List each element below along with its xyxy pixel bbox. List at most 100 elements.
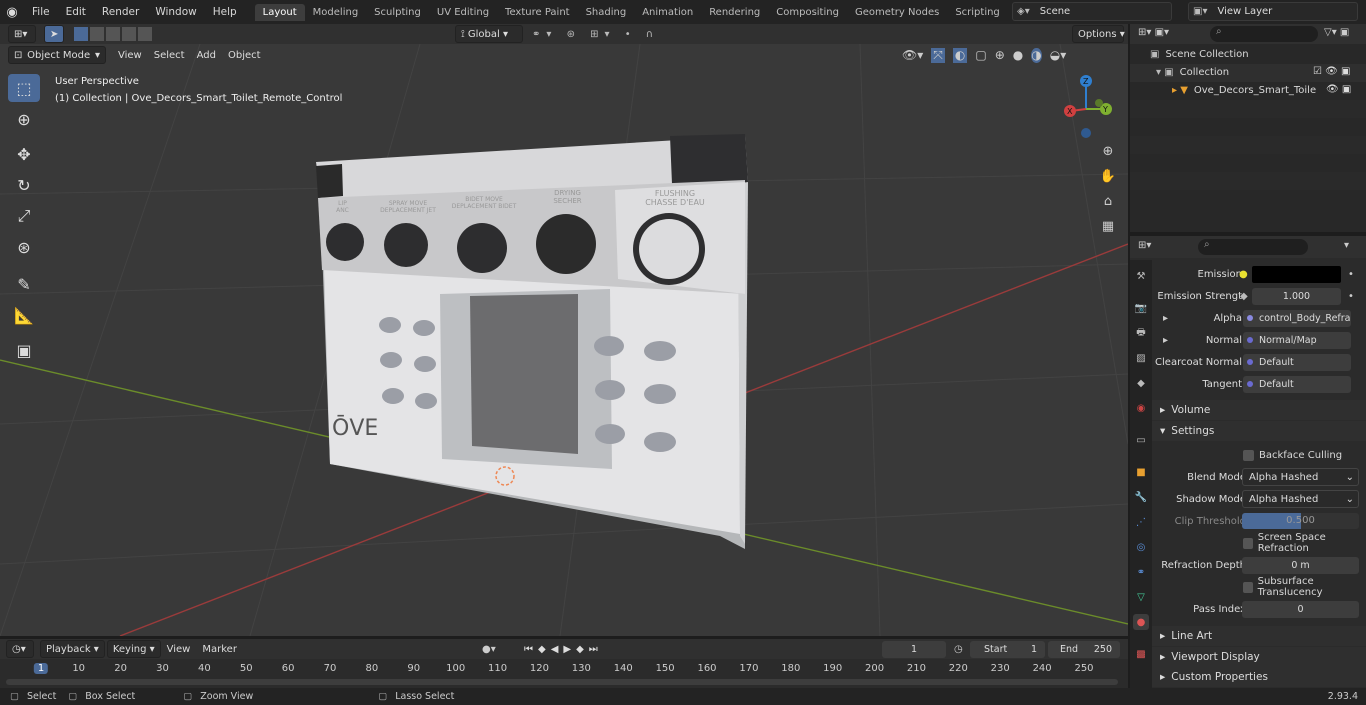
outliner-collection[interactable]: ▾ ▣ Collection <box>1156 67 1229 78</box>
tool-tab-icon[interactable]: ⚒ <box>1133 268 1149 284</box>
visibility-icon[interactable]: 👁▾ <box>902 48 923 63</box>
annotate-tool-icon[interactable]: ✎ <box>8 270 40 298</box>
current-frame-field[interactable]: 1 <box>882 640 946 658</box>
emission-strength-keyframe-icon[interactable]: • <box>1348 291 1354 302</box>
menu-select[interactable]: Select <box>148 50 191 61</box>
viewport-display-section[interactable]: ▸ Viewport Display <box>1152 647 1366 667</box>
tangent-field[interactable]: Default <box>1243 375 1351 393</box>
transform-tool-icon[interactable]: ⊛ <box>8 233 40 261</box>
scale-tool-icon[interactable]: ⤢ <box>8 202 40 230</box>
outliner-scene-collection[interactable]: ▣ Scene Collection <box>1150 49 1249 60</box>
modifier-tab-icon[interactable]: 🔧 <box>1133 489 1149 505</box>
shading-material-icon[interactable]: ◑ <box>1031 47 1042 63</box>
particles-tab-icon[interactable]: ⋰ <box>1133 514 1149 530</box>
gizmo-toggle-icon[interactable]: ⤧ <box>931 47 945 63</box>
object-tab-icon[interactable]: ■ <box>1133 464 1149 480</box>
shading-solid-icon[interactable]: ● <box>1013 48 1023 63</box>
pivot-snap-icons[interactable]: ⚭▾ ⊛ ⊞▾ • ∩ <box>532 29 659 40</box>
timeline-scrollbar[interactable] <box>6 679 1118 685</box>
physics-tab-icon[interactable]: ◎ <box>1133 539 1149 555</box>
cursor-tool-icon[interactable]: ⊕ <box>8 105 40 133</box>
zoom-icon[interactable]: ⊕ <box>1097 140 1119 162</box>
pan-hand-icon[interactable]: ✋ <box>1097 165 1119 187</box>
constraints-tab-icon[interactable]: ⚭ <box>1133 564 1149 580</box>
sss-row[interactable]: Subsurface Translucency <box>1152 576 1366 598</box>
select-tool-icon[interactable]: ➤ <box>44 25 64 43</box>
blend-mode-dropdown[interactable]: Alpha Hashed ⌄ <box>1242 468 1359 486</box>
menu-render[interactable]: Render <box>94 6 147 18</box>
tab-texture-paint[interactable]: Texture Paint <box>497 4 578 21</box>
tab-geometry-nodes[interactable]: Geometry Nodes <box>847 4 947 21</box>
3d-viewport[interactable]: ŌVE FLUSHING CHASSE D'EAU DRYING SECHER … <box>0 44 1128 636</box>
start-frame-field[interactable]: Start 1 <box>970 640 1045 658</box>
options-dropdown[interactable]: Options ▾ <box>1072 25 1125 43</box>
clearcoat-normal-field[interactable]: Default <box>1243 353 1351 371</box>
outliner-object[interactable]: ▸ ▼ Ove_Decors_Smart_Toile <box>1172 85 1316 96</box>
emission-strength-field[interactable]: 1.000 <box>1252 287 1341 305</box>
playback-dropdown[interactable]: Playback ▾ <box>40 640 105 658</box>
output-tab-icon[interactable]: 🖶 <box>1133 325 1149 341</box>
render-tab-icon[interactable]: 📷 <box>1133 300 1149 316</box>
xray-icon[interactable]: ▢ <box>975 48 986 63</box>
object-visibility-icons[interactable]: 👁 ▣ <box>1326 84 1351 95</box>
collection-tab-icon[interactable]: ▭ <box>1133 432 1149 448</box>
refraction-depth-field[interactable]: 0 m <box>1242 556 1359 574</box>
tab-scripting[interactable]: Scripting <box>947 4 1007 21</box>
backface-culling-row[interactable]: Backface Culling <box>1152 445 1366 465</box>
backface-checkbox[interactable] <box>1243 449 1254 461</box>
outliner-search-input[interactable]: ⌕ <box>1210 26 1318 42</box>
texture-tab-icon[interactable]: ▩ <box>1133 646 1149 662</box>
menu-window[interactable]: Window <box>147 6 204 18</box>
overlay-toggle-icon[interactable]: ◐ <box>952 47 968 63</box>
stopwatch-icon[interactable]: ◷ <box>954 644 963 655</box>
outliner-editor-icon[interactable]: ⊞▾ ▣▾ <box>1138 27 1169 38</box>
world-tab-icon[interactable]: ◉ <box>1133 400 1149 416</box>
settings-section[interactable]: ▾ Settings <box>1152 421 1366 441</box>
alpha-field[interactable]: control_Body_Refra... <box>1243 309 1351 327</box>
menu-object[interactable]: Object <box>222 50 267 61</box>
mode-dropdown[interactable]: ⊡ Object Mode ▾ <box>8 46 106 64</box>
scene-selector[interactable]: ◈▾ Scene <box>1012 2 1172 21</box>
shading-render-icon[interactable]: ◒▾ <box>1050 48 1067 63</box>
volume-section[interactable]: ▸ Volume <box>1152 400 1366 420</box>
custom-properties-section[interactable]: ▸ Custom Properties <box>1152 667 1366 687</box>
select-box-tool-icon[interactable]: ⬚ <box>8 74 40 102</box>
sss-checkbox[interactable] <box>1243 581 1253 593</box>
navigation-gizmo[interactable]: Z Y X <box>1055 72 1125 142</box>
move-tool-icon[interactable]: ✥ <box>8 140 40 168</box>
menu-file[interactable]: File <box>24 6 58 18</box>
normal-expand-icon[interactable]: ▸ <box>1163 335 1168 346</box>
keying-dropdown[interactable]: Keying ▾ <box>106 640 161 658</box>
line-art-section[interactable]: ▸ Line Art <box>1152 626 1366 646</box>
camera-view-icon[interactable]: ⌂ <box>1097 190 1119 212</box>
menu-help[interactable]: Help <box>205 6 245 18</box>
shading-wire-icon[interactable]: ⊕ <box>995 48 1005 63</box>
tab-rendering[interactable]: Rendering <box>701 4 768 21</box>
end-frame-field[interactable]: End 250 <box>1048 640 1120 658</box>
ssr-row[interactable]: Screen Space Refraction <box>1152 532 1366 554</box>
data-tab-icon[interactable]: ▽ <box>1133 589 1149 605</box>
blender-logo-icon[interactable]: ◉ <box>0 0 24 24</box>
tab-shading[interactable]: Shading <box>578 4 635 21</box>
filter-icon[interactable]: ▽▾ ▣ <box>1324 27 1349 38</box>
properties-editor-icon[interactable]: ⊞▾ <box>1138 240 1151 251</box>
pass-index-field[interactable]: 0 <box>1242 600 1359 618</box>
playback-controls-icons[interactable]: ⏮◆◀▶◆⏭ <box>524 644 603 655</box>
alpha-expand-icon[interactable]: ▸ <box>1163 313 1168 324</box>
menu-add[interactable]: Add <box>191 50 222 61</box>
tab-compositing[interactable]: Compositing <box>768 4 847 21</box>
rotate-tool-icon[interactable]: ↻ <box>8 171 40 199</box>
viewport-display-icons[interactable]: 👁▾ ⤧ ◐ ▢ ⊕ ● ◑ ◒▾ <box>902 47 1067 63</box>
collection-visibility-icons[interactable]: ☑ 👁 ▣ <box>1313 66 1350 77</box>
timeline-view-menu[interactable]: View <box>161 644 197 655</box>
tab-sculpting[interactable]: Sculpting <box>366 4 429 21</box>
orientation-dropdown[interactable]: ⟟ Global ▾ <box>455 25 523 43</box>
ssr-checkbox[interactable] <box>1243 537 1253 549</box>
normal-field[interactable]: Normal/Map <box>1243 331 1351 349</box>
view-layer-tab-icon[interactable]: ▨ <box>1133 350 1149 366</box>
select-mode-icons[interactable] <box>74 27 152 41</box>
ortho-grid-icon[interactable]: ▦ <box>1097 215 1119 237</box>
scene-tab-icon[interactable]: ◆ <box>1133 375 1149 391</box>
tab-modeling[interactable]: Modeling <box>305 4 367 21</box>
menu-view[interactable]: View <box>112 50 148 61</box>
